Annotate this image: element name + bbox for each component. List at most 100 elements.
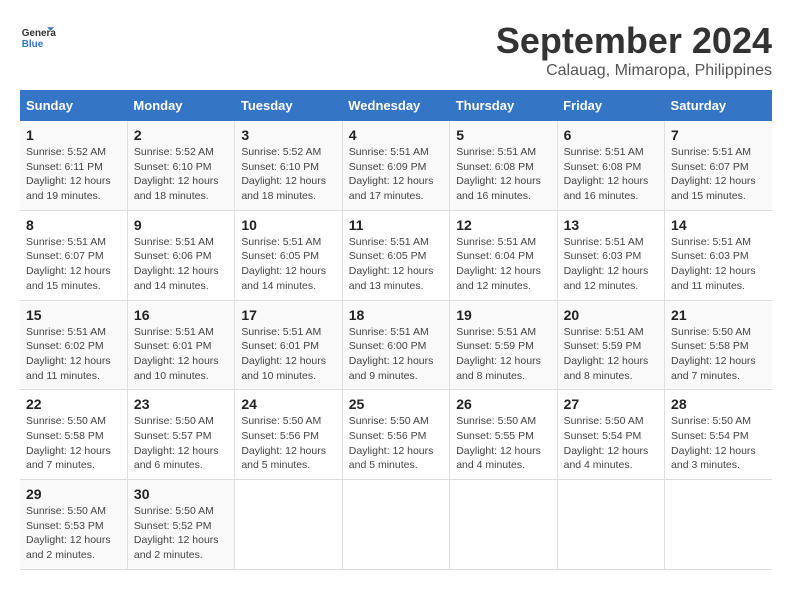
calendar-cell: 13Sunrise: 5:51 AMSunset: 6:03 PMDayligh… xyxy=(557,210,664,300)
calendar-cell: 28 Sunrise: 5:50 AMSunset: 5:54 PMDayligh… xyxy=(665,390,772,480)
calendar-cell: 18Sunrise: 5:51 AMSunset: 6:00 PMDayligh… xyxy=(342,300,449,390)
day-info: Sunrise: 5:51 AMSunset: 6:07 PMDaylight:… xyxy=(671,145,766,204)
day-info: Sunrise: 5:51 AMSunset: 6:01 PMDaylight:… xyxy=(241,325,335,384)
day-number: 23 xyxy=(134,396,228,412)
day-number: 4 xyxy=(349,127,443,143)
calendar-cell: 16Sunrise: 5:51 AMSunset: 6:01 PMDayligh… xyxy=(127,300,234,390)
day-number: 14 xyxy=(671,217,766,233)
calendar-cell: 8 Sunrise: 5:51 AMSunset: 6:07 PMDaylight… xyxy=(20,210,127,300)
calendar-cell xyxy=(557,480,664,570)
day-number: 1 xyxy=(26,127,121,143)
day-number: 8 xyxy=(26,217,121,233)
day-number: 30 xyxy=(134,486,228,502)
day-number: 25 xyxy=(349,396,443,412)
day-info: Sunrise: 5:50 AMSunset: 5:56 PMDaylight:… xyxy=(241,414,335,473)
svg-text:Blue: Blue xyxy=(22,39,44,50)
calendar-cell: 3 Sunrise: 5:52 AMSunset: 6:10 PMDaylight… xyxy=(235,121,342,210)
day-info: Sunrise: 5:51 AMSunset: 6:06 PMDaylight:… xyxy=(134,235,228,294)
day-info: Sunrise: 5:50 AMSunset: 5:55 PMDaylight:… xyxy=(456,414,550,473)
calendar-cell: 9 Sunrise: 5:51 AMSunset: 6:06 PMDaylight… xyxy=(127,210,234,300)
day-number: 13 xyxy=(564,217,658,233)
day-number: 18 xyxy=(349,307,443,323)
day-number: 5 xyxy=(456,127,550,143)
day-info: Sunrise: 5:51 AMSunset: 6:02 PMDaylight:… xyxy=(26,325,121,384)
day-info: Sunrise: 5:51 AMSunset: 6:05 PMDaylight:… xyxy=(241,235,335,294)
day-number: 21 xyxy=(671,307,766,323)
calendar-row: 22 Sunrise: 5:50 AMSunset: 5:58 PMDayligh… xyxy=(20,390,772,480)
calendar-cell: 1 Sunrise: 5:52 AMSunset: 6:11 PMDaylight… xyxy=(20,121,127,210)
calendar-cell: 23 Sunrise: 5:50 AMSunset: 5:57 PMDayligh… xyxy=(127,390,234,480)
calendar-row: 8 Sunrise: 5:51 AMSunset: 6:07 PMDaylight… xyxy=(20,210,772,300)
calendar-row: 15 Sunrise: 5:51 AMSunset: 6:02 PMDayligh… xyxy=(20,300,772,390)
calendar-cell: 15 Sunrise: 5:51 AMSunset: 6:02 PMDayligh… xyxy=(20,300,127,390)
calendar-cell: 25 Sunrise: 5:50 AMSunset: 5:56 PMDayligh… xyxy=(342,390,449,480)
day-number: 27 xyxy=(564,396,658,412)
calendar-cell: 27 Sunrise: 5:50 AMSunset: 5:54 PMDayligh… xyxy=(557,390,664,480)
day-info: Sunrise: 5:52 AMSunset: 6:11 PMDaylight:… xyxy=(26,145,121,204)
day-number: 15 xyxy=(26,307,121,323)
calendar-cell: 22 Sunrise: 5:50 AMSunset: 5:58 PMDayligh… xyxy=(20,390,127,480)
calendar-cell: 2Sunrise: 5:52 AMSunset: 6:10 PMDaylight… xyxy=(127,121,234,210)
day-info: Sunrise: 5:50 AMSunset: 5:54 PMDaylight:… xyxy=(564,414,658,473)
col-sunday: Sunday xyxy=(20,90,127,121)
header: General Blue September 2024 Calauag, Mim… xyxy=(20,20,772,80)
day-info: Sunrise: 5:51 AMSunset: 6:05 PMDaylight:… xyxy=(349,235,443,294)
title-area: September 2024 Calauag, Mimaropa, Philip… xyxy=(496,20,772,80)
day-info: Sunrise: 5:51 AMSunset: 6:01 PMDaylight:… xyxy=(134,325,228,384)
calendar-table: Sunday Monday Tuesday Wednesday Thursday… xyxy=(20,90,772,570)
day-info: Sunrise: 5:51 AMSunset: 6:07 PMDaylight:… xyxy=(26,235,121,294)
calendar-row: 29 Sunrise: 5:50 AMSunset: 5:53 PMDayligh… xyxy=(20,480,772,570)
day-number: 10 xyxy=(241,217,335,233)
day-info: Sunrise: 5:52 AMSunset: 6:10 PMDaylight:… xyxy=(241,145,335,204)
calendar-cell: 12 Sunrise: 5:51 AMSunset: 6:04 PMDayligh… xyxy=(450,210,557,300)
calendar-cell: 29 Sunrise: 5:50 AMSunset: 5:53 PMDayligh… xyxy=(20,480,127,570)
day-info: Sunrise: 5:51 AMSunset: 6:04 PMDaylight:… xyxy=(456,235,550,294)
day-info: Sunrise: 5:51 AMSunset: 5:59 PMDaylight:… xyxy=(456,325,550,384)
day-info: Sunrise: 5:50 AMSunset: 5:53 PMDaylight:… xyxy=(26,504,121,563)
col-saturday: Saturday xyxy=(665,90,772,121)
day-number: 22 xyxy=(26,396,121,412)
header-row: Sunday Monday Tuesday Wednesday Thursday… xyxy=(20,90,772,121)
day-number: 9 xyxy=(134,217,228,233)
day-number: 28 xyxy=(671,396,766,412)
day-info: Sunrise: 5:50 AMSunset: 5:57 PMDaylight:… xyxy=(134,414,228,473)
calendar-cell: 4 Sunrise: 5:51 AMSunset: 6:09 PMDaylight… xyxy=(342,121,449,210)
calendar-cell: 19Sunrise: 5:51 AMSunset: 5:59 PMDayligh… xyxy=(450,300,557,390)
day-info: Sunrise: 5:50 AMSunset: 5:54 PMDaylight:… xyxy=(671,414,766,473)
calendar-cell: 21Sunrise: 5:50 AMSunset: 5:58 PMDayligh… xyxy=(665,300,772,390)
month-title: September 2024 xyxy=(496,20,772,62)
day-number: 12 xyxy=(456,217,550,233)
calendar-cell: 17 Sunrise: 5:51 AMSunset: 6:01 PMDayligh… xyxy=(235,300,342,390)
calendar-cell: 30 Sunrise: 5:50 AMSunset: 5:52 PMDayligh… xyxy=(127,480,234,570)
day-number: 29 xyxy=(26,486,121,502)
calendar-cell: 7Sunrise: 5:51 AMSunset: 6:07 PMDaylight… xyxy=(665,121,772,210)
calendar-cell: 5Sunrise: 5:51 AMSunset: 6:08 PMDaylight… xyxy=(450,121,557,210)
calendar-cell: 14 Sunrise: 5:51 AMSunset: 6:03 PMDayligh… xyxy=(665,210,772,300)
day-info: Sunrise: 5:50 AMSunset: 5:52 PMDaylight:… xyxy=(134,504,228,563)
calendar-cell xyxy=(665,480,772,570)
day-info: Sunrise: 5:51 AMSunset: 6:03 PMDaylight:… xyxy=(671,235,766,294)
logo-icon: General Blue xyxy=(20,20,56,56)
calendar-cell xyxy=(342,480,449,570)
calendar-cell: 10 Sunrise: 5:51 AMSunset: 6:05 PMDayligh… xyxy=(235,210,342,300)
day-number: 20 xyxy=(564,307,658,323)
day-number: 3 xyxy=(241,127,335,143)
day-info: Sunrise: 5:50 AMSunset: 5:58 PMDaylight:… xyxy=(26,414,121,473)
col-tuesday: Tuesday xyxy=(235,90,342,121)
day-info: Sunrise: 5:51 AMSunset: 6:08 PMDaylight:… xyxy=(564,145,658,204)
day-number: 2 xyxy=(134,127,228,143)
day-number: 17 xyxy=(241,307,335,323)
calendar-row: 1 Sunrise: 5:52 AMSunset: 6:11 PMDaylight… xyxy=(20,121,772,210)
calendar-cell: 6Sunrise: 5:51 AMSunset: 6:08 PMDaylight… xyxy=(557,121,664,210)
logo: General Blue xyxy=(20,20,56,56)
calendar-cell xyxy=(235,480,342,570)
calendar-cell: 20Sunrise: 5:51 AMSunset: 5:59 PMDayligh… xyxy=(557,300,664,390)
col-friday: Friday xyxy=(557,90,664,121)
day-info: Sunrise: 5:50 AMSunset: 5:56 PMDaylight:… xyxy=(349,414,443,473)
day-info: Sunrise: 5:51 AMSunset: 6:09 PMDaylight:… xyxy=(349,145,443,204)
col-wednesday: Wednesday xyxy=(342,90,449,121)
calendar-cell: 26Sunrise: 5:50 AMSunset: 5:55 PMDayligh… xyxy=(450,390,557,480)
location-subtitle: Calauag, Mimaropa, Philippines xyxy=(496,62,772,80)
calendar-cell: 24 Sunrise: 5:50 AMSunset: 5:56 PMDayligh… xyxy=(235,390,342,480)
day-number: 24 xyxy=(241,396,335,412)
